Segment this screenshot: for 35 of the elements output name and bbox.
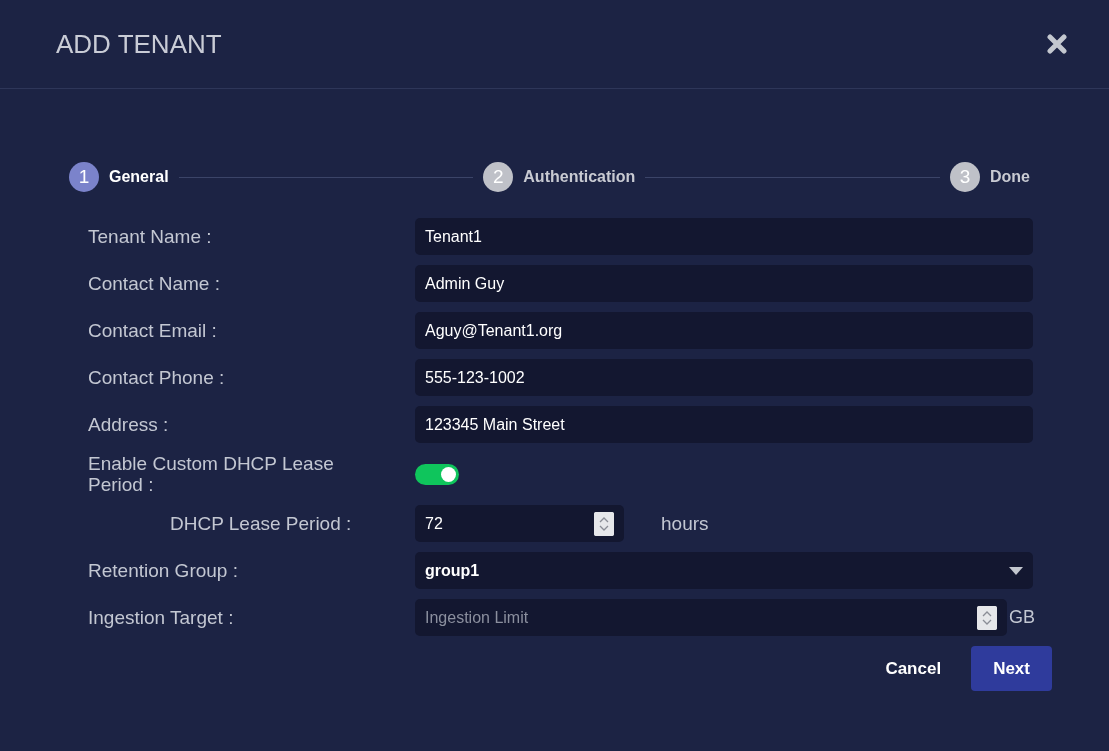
step-number: 2 [483, 162, 514, 192]
spinner-icon[interactable] [594, 511, 614, 536]
step-label: Done [990, 168, 1030, 186]
text-field[interactable]: Aguy@Tenant1.org [415, 312, 1033, 349]
dropdown[interactable]: group1 [415, 552, 1033, 589]
close-icon [1047, 34, 1067, 54]
field-label: Tenant Name : [88, 226, 213, 247]
field-label: Ingestion Target : [88, 607, 235, 628]
text-field[interactable]: 123345 Main Street [415, 406, 1033, 443]
unit-label: hours [661, 512, 709, 535]
text-field[interactable]: Admin Guy [415, 265, 1033, 302]
step-label: Authentication [523, 168, 636, 186]
field-label: Address : [88, 414, 170, 435]
text-field[interactable]: Tenant1 [415, 218, 1033, 255]
step-label: General [109, 168, 169, 186]
number-field[interactable]: 72 [415, 505, 624, 542]
field-label: Contact Phone : [88, 367, 226, 388]
number-field[interactable]: Ingestion Limit [415, 599, 1007, 636]
dropdown-value: group1 [425, 561, 480, 580]
next-button[interactable]: Next [971, 646, 1052, 691]
step-number: 1 [69, 162, 99, 192]
cancel-button[interactable]: Cancel [885, 646, 942, 691]
toggle-switch[interactable] [415, 463, 459, 485]
field-label: Contact Name : [88, 273, 221, 294]
spinner-icon[interactable] [977, 605, 997, 630]
field-label: Contact Email : [88, 320, 218, 341]
field-label: Enable Custom DHCP Lease Period : [88, 453, 335, 495]
dialog-title: ADD TENANT [56, 28, 222, 60]
field-label: Retention Group : [88, 560, 239, 581]
unit-label: GB [1009, 607, 1035, 628]
text-field[interactable]: 555-123-1002 [415, 359, 1033, 396]
caret-icon [1009, 566, 1023, 575]
step-number: 3 [950, 162, 980, 192]
field-label: DHCP Lease Period : [169, 513, 353, 534]
close-button[interactable] [1047, 34, 1067, 54]
